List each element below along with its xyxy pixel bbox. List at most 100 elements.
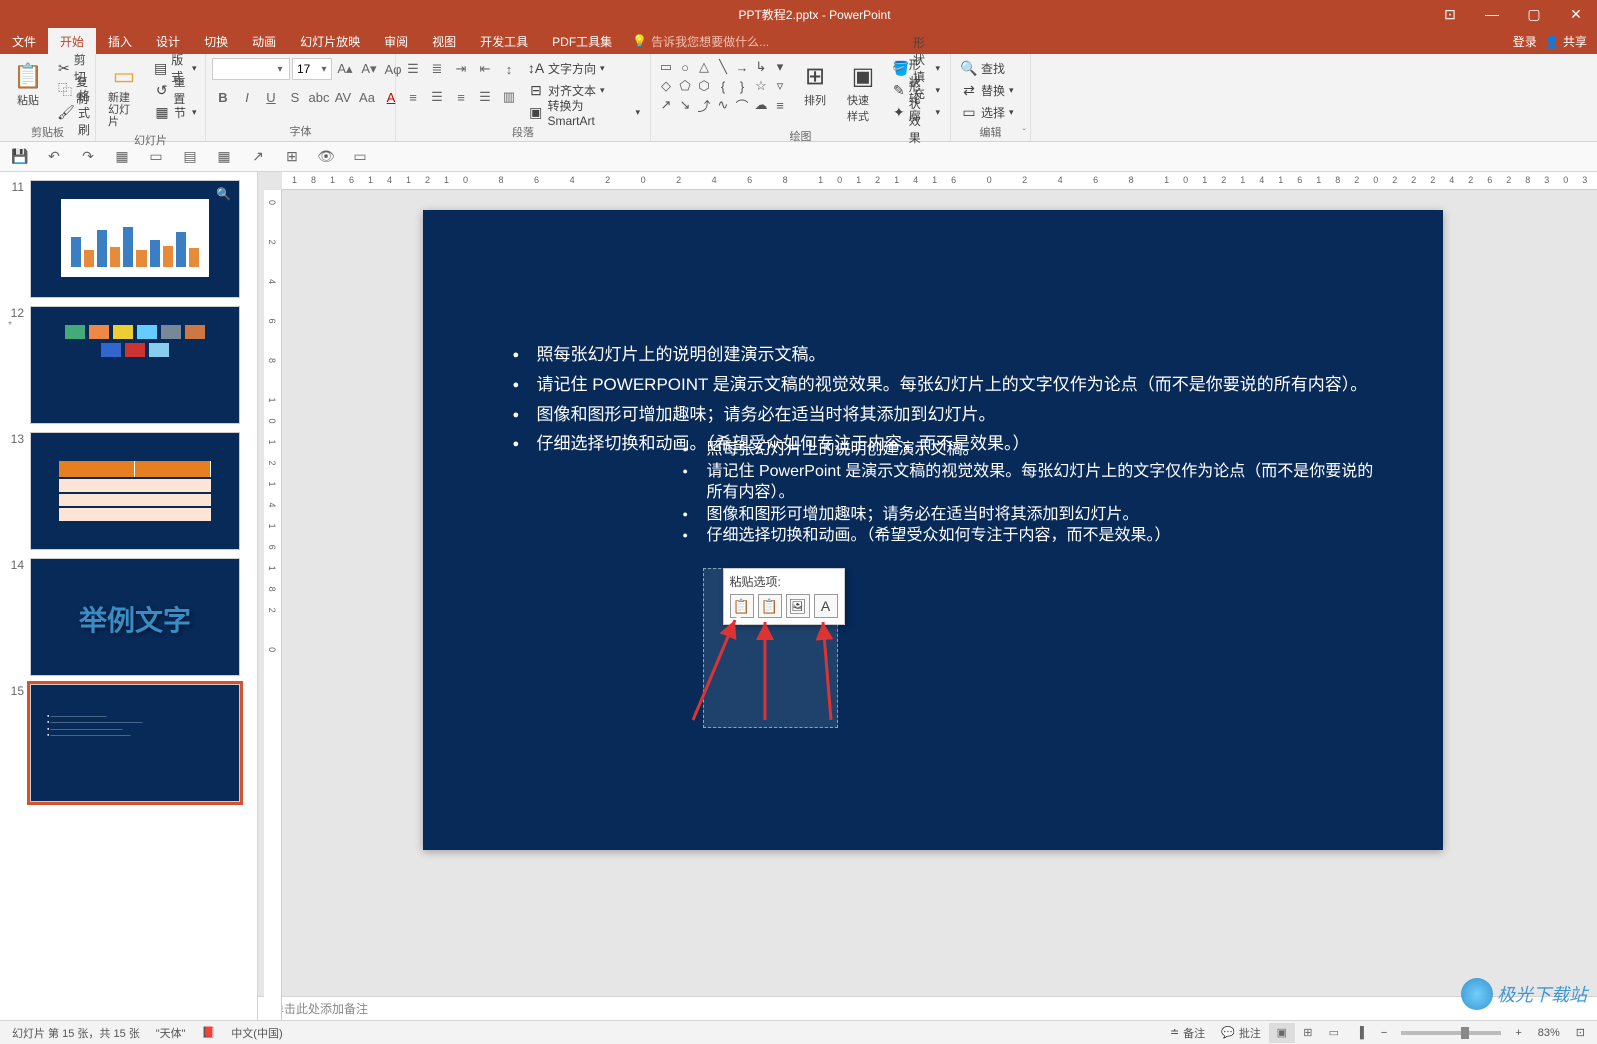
qat-btn-6[interactable]: ▤ — [180, 147, 200, 167]
reset-button[interactable]: ↺重置 — [150, 80, 201, 100]
thumb-slide-14[interactable]: 14 举例文字 — [0, 554, 257, 680]
qat-btn-5[interactable]: ▭ — [146, 147, 166, 167]
qat-btn-7[interactable]: ▦ — [214, 147, 234, 167]
tab-animations[interactable]: 动画 — [240, 28, 288, 54]
thumb-slide-11[interactable]: 11 🔍 — [0, 176, 257, 302]
font-size-input[interactable]: ▾ — [292, 58, 332, 80]
collapse-ribbon-button[interactable]: ˇ — [1023, 128, 1026, 139]
close-button[interactable]: ✕ — [1555, 0, 1597, 28]
arrange-button[interactable]: ⊞ 排列 — [793, 58, 837, 110]
section-button[interactable]: ▦节▾ — [150, 102, 201, 122]
minimize-button[interactable]: — — [1471, 0, 1513, 28]
shape-oval-icon[interactable]: ○ — [676, 58, 694, 76]
paste-text-only-button[interactable]: A — [814, 594, 838, 618]
paste-button[interactable]: 📋 粘贴 — [6, 58, 50, 110]
tell-me-search[interactable]: 💡 告诉我您想要做什么... — [624, 33, 769, 50]
increase-indent-button[interactable]: ⇥ — [450, 58, 472, 80]
slide-counter[interactable]: 幻灯片 第 15 张，共 15 张 — [4, 1025, 148, 1041]
tab-developer[interactable]: 开发工具 — [468, 28, 540, 54]
tab-review[interactable]: 审阅 — [372, 28, 420, 54]
bullet-1[interactable]: 照每张幻灯片上的说明创建演示文稿。 — [513, 340, 1383, 370]
smartart-button[interactable]: ▣转换为 SmartArt▾ — [524, 102, 644, 122]
thumb-slide-13[interactable]: 13 — [0, 428, 257, 554]
font-name-input[interactable]: ▾ — [212, 58, 290, 80]
slide-thumbnail-panel[interactable]: 11 🔍 12 * — [0, 172, 258, 1020]
format-painter-button[interactable]: 🖌格式刷 — [54, 102, 94, 122]
zoom-out-button[interactable]: − — [1373, 1027, 1395, 1039]
bold-button[interactable]: B — [212, 86, 234, 108]
undo-button[interactable]: ↶ — [44, 147, 64, 167]
comments-toggle[interactable]: 💬 批注 — [1213, 1025, 1269, 1041]
shape-effects-button[interactable]: ✦形状效果▾ — [889, 102, 944, 122]
align-center-button[interactable]: ☰ — [426, 86, 448, 108]
paste-use-destination-button[interactable]: 📋 — [758, 594, 782, 618]
sub-bullet-3[interactable]: 图像和图形可增加趣味；请务必在适当时将其添加到幻灯片。 — [683, 504, 1383, 526]
language-indicator[interactable]: 中文(中国) — [223, 1025, 290, 1041]
decrease-indent-button[interactable]: ⇤ — [474, 58, 496, 80]
shape-arrow-icon[interactable]: → — [733, 58, 751, 76]
zoom-in-button[interactable]: + — [1507, 1027, 1529, 1039]
align-left-button[interactable]: ≡ — [402, 86, 424, 108]
tab-transitions[interactable]: 切换 — [192, 28, 240, 54]
vertical-ruler[interactable]: 0 2 4 6 8 10121416182 0 — [264, 190, 282, 1020]
tab-pdf[interactable]: PDF工具集 — [540, 28, 624, 54]
decrease-font-button[interactable]: A▾ — [358, 58, 380, 80]
save-button[interactable]: 💾 — [10, 147, 30, 167]
spellcheck-icon[interactable]: 📕 — [194, 1026, 224, 1039]
sub-bullet-2[interactable]: 请记住 PowerPoint 是演示文稿的视觉效果。每张幻灯片上的文字仅作为论点… — [683, 461, 1383, 504]
thumb-slide-15[interactable]: 15 ● ——————————————● ———————————————————… — [0, 680, 257, 806]
zoom-slider[interactable] — [1401, 1031, 1501, 1035]
tab-view[interactable]: 视图 — [420, 28, 468, 54]
maximize-button[interactable]: ▢ — [1513, 0, 1555, 28]
login-button[interactable]: 登录 — [1513, 33, 1537, 50]
qat-btn-4[interactable]: ▦ — [112, 147, 132, 167]
replace-button[interactable]: ⇄替换▾ — [957, 80, 1018, 100]
bullet-3[interactable]: 图像和图形可增加趣味；请务必在适当时将其添加到幻灯片。 — [513, 400, 1383, 430]
sub-bullet-1[interactable]: 照每张幻灯片上的说明创建演示文稿。 — [683, 439, 1383, 461]
find-button[interactable]: 🔍查找 — [957, 58, 1018, 78]
increase-font-button[interactable]: A▴ — [334, 58, 356, 80]
slide-canvas[interactable]: 照每张幻灯片上的说明创建演示文稿。 请记住 POWERPOINT 是演示文稿的视… — [423, 210, 1443, 850]
spacing-button[interactable]: AV — [332, 86, 354, 108]
select-button[interactable]: ▭选择▾ — [957, 102, 1018, 122]
theme-indicator[interactable]: "天体" — [148, 1025, 194, 1041]
bullets-button[interactable]: ☰ — [402, 58, 424, 80]
shape-elbow-icon[interactable]: ↳ — [752, 58, 770, 76]
numbering-button[interactable]: ≣ — [426, 58, 448, 80]
tab-slideshow[interactable]: 幻灯片放映 — [288, 28, 372, 54]
notes-toggle[interactable]: ≐ 备注 — [1162, 1025, 1213, 1041]
notes-pane[interactable]: 单击此处添加备注 — [258, 996, 1597, 1020]
horizontal-ruler[interactable]: 1816141210 8 6 4 2 0 2 4 6 8 10121416 0 … — [282, 172, 1597, 190]
tab-insert[interactable]: 插入 — [96, 28, 144, 54]
shape-line-icon[interactable]: ╲ — [714, 58, 732, 76]
share-button[interactable]: 👤 共享 — [1545, 33, 1587, 50]
sub-bullet-4[interactable]: 仔细选择切换和动画。（希望受众如何专注于内容，而不是效果。） — [683, 525, 1383, 547]
paste-picture-button[interactable]: 🖼 — [786, 594, 810, 618]
strike-button[interactable]: S — [284, 86, 306, 108]
underline-button[interactable]: U — [260, 86, 282, 108]
qat-btn-10[interactable]: 👁 — [316, 147, 336, 167]
qat-btn-9[interactable]: ⊞ — [282, 147, 302, 167]
align-right-button[interactable]: ≡ — [450, 86, 472, 108]
quick-styles-button[interactable]: ▣ 快速样式 — [841, 58, 885, 126]
bullet-2[interactable]: 请记住 POWERPOINT 是演示文稿的视觉效果。每张幻灯片上的文字仅作为论点… — [513, 370, 1383, 400]
shape-rect-icon[interactable]: ▭ — [657, 58, 675, 76]
columns-button[interactable]: ▥ — [498, 86, 520, 108]
shape-more-icon[interactable]: ▾ — [771, 58, 789, 76]
zoom-level[interactable]: 83% — [1530, 1027, 1568, 1039]
text-direction-button[interactable]: ↕A文字方向▾ — [524, 58, 644, 78]
ribbon-display-options-button[interactable]: ⊡ — [1429, 0, 1471, 28]
qat-btn-11[interactable]: ▭ — [350, 147, 370, 167]
case-button[interactable]: Aa — [356, 86, 378, 108]
qat-btn-8[interactable]: ↗ — [248, 147, 268, 167]
thumb-slide-12[interactable]: 12 * — [0, 302, 257, 428]
line-spacing-button[interactable]: ↕ — [498, 58, 520, 80]
redo-button[interactable]: ↷ — [78, 147, 98, 167]
shape-triangle-icon[interactable]: △ — [695, 58, 713, 76]
justify-button[interactable]: ☰ — [474, 86, 496, 108]
new-slide-button[interactable]: ▭ 新建 幻灯片 — [102, 58, 146, 130]
tab-file[interactable]: 文件 — [0, 28, 48, 54]
shadow-button[interactable]: abc — [308, 86, 330, 108]
fit-window-button[interactable]: ⊡ — [1568, 1026, 1593, 1039]
shapes-gallery[interactable]: ▭ ○ △ ╲ → ↳ ▾ ◇ ⬠ ⬡ { } ☆ ▿ ↗ ↘ ⤴ ∿ ⌒ ☁ — [657, 58, 789, 114]
